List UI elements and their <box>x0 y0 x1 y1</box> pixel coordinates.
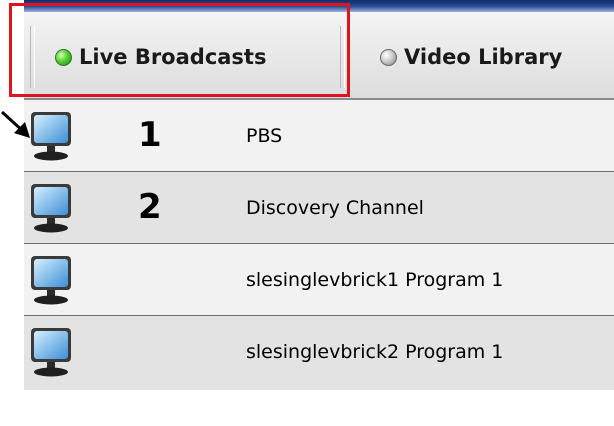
monitor-icon <box>31 184 71 233</box>
channel-row[interactable]: slesinglevbrick1 Program 1 <box>24 244 614 316</box>
channel-row[interactable]: 1 PBS <box>24 100 614 172</box>
channel-row[interactable]: slesinglevbrick2 Program 1 <box>24 316 614 390</box>
tab-live-broadcasts[interactable]: Live Broadcasts <box>55 36 266 78</box>
tab-bar: Live Broadcasts Video Library <box>24 12 614 100</box>
monitor-icon <box>31 112 71 161</box>
channel-name: PBS <box>246 125 283 147</box>
tab-live-broadcasts-label: Live Broadcasts <box>79 45 267 69</box>
status-dot-green-icon <box>55 48 72 66</box>
channel-row[interactable]: 2 Discovery Channel <box>24 172 614 244</box>
live-tv-panel: Live Broadcasts Video Library 1 PBS 2 Di… <box>0 0 614 426</box>
channel-number: 2 <box>138 187 162 227</box>
status-dot-grey-icon <box>380 48 397 66</box>
channel-name: Discovery Channel <box>246 197 424 219</box>
channel-name: slesinglevbrick2 Program 1 <box>246 341 504 363</box>
arrow-pointer-icon <box>0 110 30 138</box>
tab-separator <box>340 26 345 88</box>
tab-video-library[interactable]: Video Library <box>380 36 562 78</box>
tab-separator <box>30 26 35 88</box>
channel-number: 1 <box>138 115 162 155</box>
top-banner <box>24 0 614 12</box>
channel-list: 1 PBS 2 Discovery Channel slesinglevbric… <box>24 100 614 390</box>
tab-video-library-label: Video Library <box>404 45 563 69</box>
channel-name: slesinglevbrick1 Program 1 <box>246 269 504 291</box>
monitor-icon <box>31 328 71 377</box>
monitor-icon <box>31 256 71 305</box>
